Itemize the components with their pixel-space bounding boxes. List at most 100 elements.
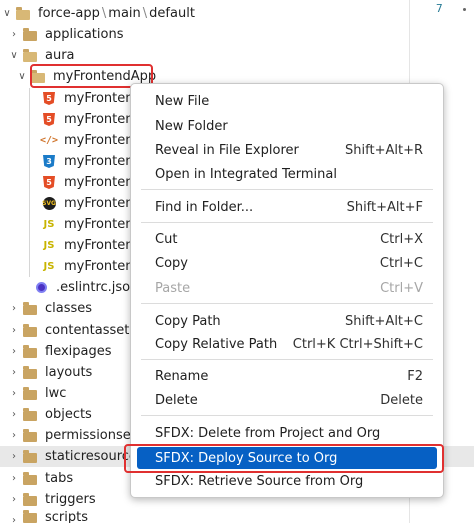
menu-item-open-terminal[interactable]: Open in Integrated Terminal (137, 163, 437, 185)
folder-icon (21, 492, 39, 507)
chevron-right-icon: › (12, 473, 16, 484)
menu-item-label: SFDX: Retrieve Source from Org (155, 473, 364, 489)
menu-item-find-in-folder[interactable]: Find in Folder... Shift+Alt+F (137, 196, 437, 218)
svg-icon: SVG (40, 197, 58, 211)
chevron-right-icon: › (12, 303, 16, 314)
menu-item-shortcut: Delete (380, 392, 423, 408)
menu-item-label: Delete (155, 392, 198, 408)
menu-item-shortcut: Ctrl+X (380, 231, 423, 247)
tree-item-label: tabs (45, 471, 74, 486)
chevron-right-icon: › (12, 388, 16, 399)
folder-icon (21, 428, 39, 443)
breadcrumb-segment-2[interactable]: main (108, 6, 140, 21)
menu-item-label: Cut (155, 231, 178, 247)
folder-icon (21, 386, 39, 401)
folder-icon (21, 471, 39, 486)
menu-item-label: New Folder (155, 118, 228, 134)
tree-item-label: scripts (45, 510, 88, 523)
menu-item-label: Copy (155, 255, 188, 271)
tree-item-label: contentassets (45, 323, 137, 338)
menu-item-shortcut: Shift+Alt+C (344, 313, 423, 329)
folder-icon (21, 323, 39, 338)
tree-item-label: classes (45, 301, 93, 316)
menu-item-copy-relative-path[interactable]: Copy Relative Path Ctrl+K Ctrl+Shift+C (137, 333, 437, 355)
tree-item-label: applications (45, 27, 124, 42)
folder-open-icon (14, 6, 32, 21)
tree-item-label: layouts (45, 365, 93, 380)
breadcrumb-segment-1[interactable]: force-app (38, 6, 100, 21)
breadcrumb-separator: \ (142, 6, 148, 21)
tree-item-label: permissionsets (45, 428, 143, 443)
breadcrumb[interactable]: ∨ force-app \ main \ default (0, 3, 474, 24)
menu-separator (141, 415, 433, 416)
js-icon: JS (43, 240, 55, 251)
menu-item-label: Paste (155, 280, 191, 296)
chevron-down-icon: ∨ (10, 50, 18, 61)
menu-item-delete[interactable]: Delete Delete (137, 389, 437, 411)
menu-item-shortcut: Shift+Alt+F (346, 199, 423, 215)
tree-item-aura[interactable]: ∨ aura (0, 45, 474, 66)
breadcrumb-segment-3[interactable]: default (149, 6, 195, 21)
menu-item-label: Find in Folder... (155, 199, 254, 215)
menu-separator (141, 189, 433, 190)
chevron-right-icon: › (12, 430, 16, 441)
chevron-right-icon: › (12, 451, 16, 462)
chevron-down-icon: ∨ (18, 71, 26, 82)
menu-item-sfdx-delete[interactable]: SFDX: Delete from Project and Org (137, 422, 437, 444)
menu-item-label: Open in Integrated Terminal (155, 166, 337, 182)
menu-item-rename[interactable]: Rename F2 (137, 365, 437, 387)
menu-item-shortcut: Ctrl+C (379, 255, 423, 271)
chevron-down-icon[interactable]: ∨ (0, 3, 14, 24)
menu-separator (141, 303, 433, 304)
chevron-right-icon: › (12, 29, 16, 40)
chevron-right-icon: › (12, 325, 16, 336)
menu-item-copy[interactable]: Copy Ctrl+C (137, 252, 437, 274)
xml-icon: </> (39, 135, 59, 146)
tree-item-applications[interactable]: › applications (0, 24, 474, 45)
css3-icon: 3 (40, 155, 58, 169)
menu-item-shortcut: Ctrl+K Ctrl+Shift+C (292, 336, 423, 352)
html5-icon: 5 (40, 92, 58, 106)
menu-item-label: Rename (155, 368, 209, 384)
js-icon: JS (43, 219, 55, 230)
folder-icon (21, 510, 39, 523)
folder-icon (21, 27, 39, 42)
menu-item-copy-path[interactable]: Copy Path Shift+Alt+C (137, 310, 437, 332)
html5-icon: 5 (40, 113, 58, 127)
folder-icon (21, 344, 39, 359)
menu-item-cut[interactable]: Cut Ctrl+X (137, 228, 437, 250)
tree-item-label: objects (45, 407, 92, 422)
menu-item-new-folder[interactable]: New Folder (137, 115, 437, 137)
tree-item-label: flexipages (45, 344, 112, 359)
menu-item-new-file[interactable]: New File (137, 90, 437, 112)
folder-icon (21, 301, 39, 316)
folder-open-icon (21, 48, 39, 63)
menu-item-shortcut: Ctrl+V (380, 280, 423, 296)
chevron-right-icon: › (12, 409, 16, 420)
chevron-right-icon: › (12, 494, 16, 505)
breadcrumb-separator: \ (101, 6, 107, 21)
tree-item-label: .eslintrc.json (56, 280, 139, 295)
menu-item-label: SFDX: Delete from Project and Org (155, 425, 381, 441)
menu-item-shortcut: F2 (407, 368, 423, 384)
html5-icon: 5 (40, 176, 58, 190)
menu-item-paste: Paste Ctrl+V (137, 277, 437, 299)
js-icon: JS (43, 261, 55, 272)
annotation-outline-deploy (124, 444, 444, 473)
folder-icon (21, 449, 39, 464)
menu-separator (141, 222, 433, 223)
eslint-icon (32, 281, 50, 295)
menu-item-shortcut: Shift+Alt+R (345, 142, 423, 158)
menu-item-label: Reveal in File Explorer (155, 142, 299, 158)
context-menu: New File New Folder Reveal in File Explo… (130, 83, 444, 498)
tree-item-scripts[interactable]: › scripts (0, 510, 474, 523)
chevron-right-icon: › (12, 346, 16, 357)
menu-item-reveal-in-explorer[interactable]: Reveal in File Explorer Shift+Alt+R (137, 139, 437, 161)
menu-item-label: New File (155, 93, 210, 109)
folder-icon (21, 365, 39, 380)
menu-item-label: Copy Path (155, 313, 221, 329)
folder-icon (21, 407, 39, 422)
menu-separator (141, 359, 433, 360)
menu-item-label: Copy Relative Path (155, 336, 278, 352)
menu-item-sfdx-retrieve[interactable]: SFDX: Retrieve Source from Org (137, 470, 437, 492)
